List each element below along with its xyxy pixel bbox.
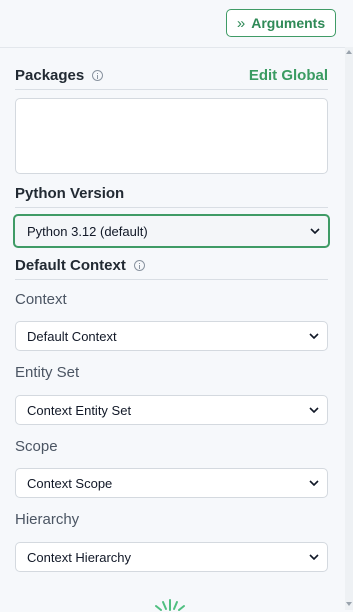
arguments-button-label: Arguments [251, 15, 326, 31]
chevron-down-icon [309, 333, 319, 339]
arguments-button[interactable]: » Arguments [226, 9, 336, 37]
packages-textarea[interactable] [15, 98, 328, 174]
chevron-down-icon [309, 554, 319, 560]
entity-set-select[interactable]: Context Entity Set [15, 395, 328, 425]
hierarchy-select-value: Context Hierarchy [27, 549, 132, 565]
packages-title: Packages [15, 67, 85, 84]
chevron-down-icon [310, 228, 320, 234]
scrollbar[interactable] [345, 47, 353, 610]
context-select-value: Default Context [27, 328, 117, 344]
chevron-down-icon [309, 407, 319, 413]
python-version-title: Python Version [15, 185, 125, 202]
context-select[interactable]: Default Context [15, 321, 328, 351]
scroll-down-arrow-icon[interactable] [346, 602, 352, 606]
python-version-select[interactable]: Python 3.12 (default) [13, 214, 330, 248]
info-icon[interactable] [133, 260, 145, 271]
python-version-header: Python Version [15, 180, 328, 208]
hierarchy-select[interactable]: Context Hierarchy [15, 542, 328, 572]
default-context-title: Default Context [15, 257, 126, 274]
python-version-value: Python 3.12 (default) [27, 223, 148, 239]
chevron-down-icon [309, 480, 319, 486]
default-context-header: Default Context [15, 252, 328, 280]
scope-select-value: Context Scope [27, 475, 113, 491]
entity-set-select-value: Context Entity Set [27, 402, 132, 418]
hierarchy-label: Hierarchy [15, 511, 80, 528]
info-icon[interactable] [92, 70, 104, 81]
chevrons-right-icon: » [236, 14, 246, 32]
edit-global-link[interactable]: Edit Global [249, 67, 328, 84]
scope-select[interactable]: Context Scope [15, 468, 328, 498]
top-toolbar: » Arguments [0, 0, 353, 48]
context-label: Context [15, 291, 67, 308]
entity-set-label: Entity Set [15, 364, 80, 381]
scroll-up-arrow-icon[interactable] [346, 50, 352, 54]
scope-label: Scope [15, 438, 58, 455]
packages-header: Packages Edit Global [15, 62, 328, 90]
